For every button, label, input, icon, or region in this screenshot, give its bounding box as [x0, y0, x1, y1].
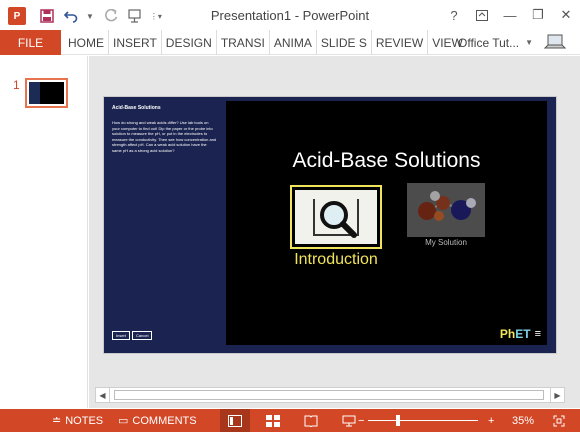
scrollbar-thumb[interactable]: [114, 390, 544, 400]
sim-info-panel: Acid-Base Solutions How do strong and we…: [104, 97, 225, 353]
introduction-label: Introduction: [294, 251, 378, 268]
phet-logo-text: PhET: [499, 327, 531, 341]
slide-thumbnail-pane: 1: [0, 56, 88, 408]
tab-file[interactable]: FILE: [0, 30, 61, 55]
ribbon-tabs: FILE HOME INSERT DESIGN TRANSI ANIMA SLI…: [0, 30, 580, 55]
comments-button[interactable]: ▭ COMMENTS: [118, 409, 197, 432]
slide-number: 1: [13, 78, 20, 92]
sim-info-title: Acid-Base Solutions: [112, 105, 161, 111]
account-label: Office Tut...: [458, 35, 520, 50]
restore-icon[interactable]: ❐: [524, 4, 552, 26]
zoom-slider-thumb[interactable]: [396, 415, 400, 426]
tab-home[interactable]: HOME: [64, 30, 109, 55]
phet-logo: PhET ≡: [500, 327, 541, 341]
fit-slide-icon[interactable]: [544, 409, 574, 432]
sim-info-buttons: Insert Cancel: [112, 331, 154, 340]
my-solution-label: My Solution: [425, 238, 467, 247]
comments-icon: ▭: [118, 415, 129, 427]
tab-insert[interactable]: INSERT: [109, 30, 162, 55]
notes-icon: ≐: [52, 415, 62, 427]
introduction-screen-button[interactable]: [290, 185, 382, 249]
phet-menu-icon[interactable]: ≡: [535, 328, 541, 340]
my-solution-screen-button[interactable]: [407, 183, 485, 237]
sim-preview[interactable]: Acid-Base Solutions Introduction My Solu…: [226, 101, 547, 345]
cancel-button[interactable]: Cancel: [132, 331, 153, 340]
tab-review[interactable]: REVIEW: [372, 30, 429, 55]
slide-thumbnail[interactable]: [25, 78, 68, 108]
laptop-icon[interactable]: [543, 33, 567, 51]
comments-label: COMMENTS: [132, 414, 197, 427]
window-controls: ? — ❐ ✕: [440, 0, 580, 30]
insert-button[interactable]: Insert: [112, 331, 131, 340]
reading-view-icon[interactable]: [296, 409, 326, 432]
account-menu[interactable]: Office Tut... ▼: [458, 30, 533, 55]
slide-editor: Acid-Base Solutions How do strong and we…: [89, 56, 580, 408]
powerpoint-window: P ▼ ⋮▾ Presentation1 - PowerPoint ? — ❐: [0, 0, 580, 432]
zoom-in-icon[interactable]: +: [488, 409, 494, 432]
sim-title: Acid-Base Solutions: [292, 149, 481, 172]
notes-label: NOTES: [65, 414, 104, 427]
ribbon-tab-list: HOME INSERT DESIGN TRANSI ANIMA SLIDE S …: [64, 30, 467, 55]
slide-sorter-icon[interactable]: [258, 409, 288, 432]
scroll-right-icon[interactable]: ▶: [550, 388, 564, 402]
tab-transitions[interactable]: TRANSI: [217, 30, 270, 55]
normal-view-icon[interactable]: [220, 409, 250, 432]
help-icon[interactable]: ?: [440, 4, 468, 26]
ribbon-display-options-icon[interactable]: [468, 4, 496, 26]
zoom-slider[interactable]: [368, 420, 478, 421]
zoom-out-icon[interactable]: −: [358, 409, 364, 432]
chevron-down-icon: ▼: [525, 38, 534, 47]
minimize-icon[interactable]: —: [496, 4, 524, 26]
slide-thumbnail-preview: [29, 82, 64, 104]
magnifier-beaker-icon: [295, 190, 377, 244]
status-bar: ≐ NOTES ▭ COMMENTS − + 35%: [0, 409, 580, 432]
notes-button[interactable]: ≐ NOTES: [52, 409, 103, 432]
close-icon[interactable]: ✕: [552, 4, 580, 26]
tab-animations[interactable]: ANIMA: [270, 30, 317, 55]
molecule-icon: [418, 191, 476, 221]
tab-design[interactable]: DESIGN: [162, 30, 217, 55]
horizontal-scrollbar[interactable]: ◀ ▶: [95, 387, 565, 403]
sim-info-description: How do strong and weak acids differ? Use…: [112, 120, 217, 153]
slide-canvas[interactable]: Acid-Base Solutions How do strong and we…: [103, 96, 557, 354]
zoom-level[interactable]: 35%: [512, 409, 534, 432]
tab-slide-show[interactable]: SLIDE S: [317, 30, 372, 55]
scroll-left-icon[interactable]: ◀: [96, 388, 110, 402]
title-bar: P ▼ ⋮▾ Presentation1 - PowerPoint ? — ❐: [0, 0, 580, 30]
